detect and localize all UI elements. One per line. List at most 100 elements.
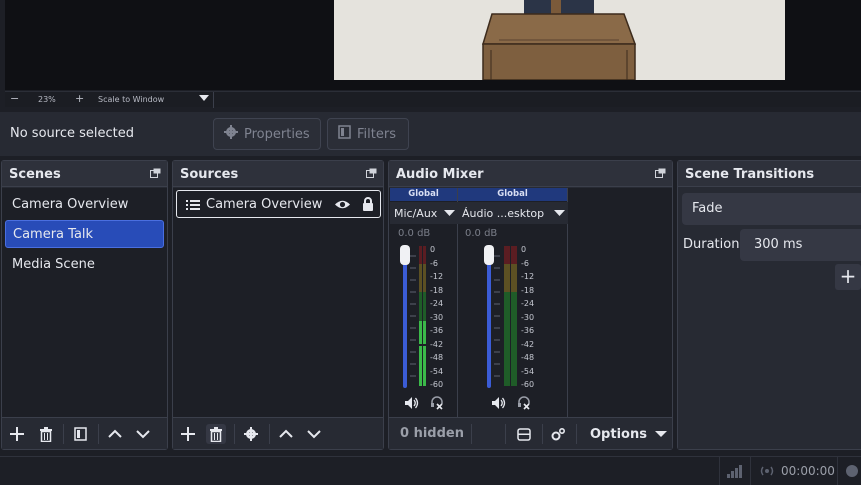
monitor-off-icon[interactable] (430, 396, 444, 410)
plus-icon (10, 427, 24, 441)
chevron-up-icon (279, 429, 293, 438)
add-source-button[interactable] (178, 424, 198, 444)
transition-select[interactable]: Fade (682, 193, 861, 225)
zoom-bar: − 23% + Scale to Window (5, 91, 861, 108)
context-bar: No source selected Properties Filters (0, 112, 861, 156)
record-icon (846, 465, 858, 477)
chevron-down-icon[interactable] (444, 209, 455, 217)
scene-item-selected[interactable]: Camera Talk (5, 220, 164, 248)
properties-button[interactable]: Properties (213, 118, 321, 150)
gear-icon (224, 125, 238, 143)
volume-slider-handle[interactable] (484, 245, 494, 265)
scenes-title: Scenes (2, 161, 167, 187)
toolbar-separator (234, 424, 235, 444)
audio-meter (504, 246, 517, 386)
move-scene-down-button[interactable] (133, 424, 153, 444)
meter-tick: -12 (521, 272, 535, 281)
options-label: Options (590, 426, 647, 442)
meter-tick: -6 (430, 258, 438, 268)
volume-slider-handle[interactable] (400, 245, 410, 265)
scene-item[interactable]: Camera Overview (5, 191, 164, 219)
sources-toolbar (173, 417, 383, 449)
channel-name: Áudio ...esktop (462, 207, 545, 220)
filters-button[interactable]: Filters (327, 118, 409, 150)
monitor-off-icon[interactable] (517, 396, 531, 410)
scene-item[interactable]: Media Scene (5, 251, 164, 279)
chevron-down-icon (136, 430, 150, 439)
meter-tick: -36 (430, 326, 444, 335)
mixer-options-button[interactable]: Options (581, 423, 667, 445)
stream-timer: 00:00:00 (781, 464, 835, 478)
chevron-down-icon (654, 431, 667, 437)
source-label: Camera Overview (206, 197, 323, 212)
toolbar-separator (505, 424, 506, 444)
toolbar-separator (542, 424, 543, 444)
audio-meter (419, 246, 426, 386)
meter-tick: -60 (521, 380, 535, 389)
meter-tick: -48 (521, 353, 535, 362)
meter-tick: 0 (521, 245, 527, 254)
plus-icon (181, 427, 195, 441)
move-source-up-button[interactable] (276, 424, 296, 444)
status-bar: 00:00:00 (0, 456, 861, 485)
duration-value: 300 ms (754, 237, 803, 252)
volume-slider-track[interactable] (487, 246, 491, 388)
duration-input[interactable]: 300 ms (740, 229, 861, 261)
list-icon (186, 200, 200, 210)
zoom-out-button[interactable]: − (10, 92, 19, 105)
properties-label: Properties (244, 126, 310, 142)
eye-icon[interactable] (334, 199, 351, 210)
source-item[interactable]: Camera Overview (176, 190, 381, 218)
chevron-down-icon[interactable] (554, 209, 565, 217)
zoom-percent: 23% (38, 95, 56, 104)
meter-tick: -42 (430, 339, 444, 349)
toolbar-separator (63, 424, 64, 444)
scale-mode-chevron-down-icon[interactable] (198, 93, 210, 105)
audio-mixer-dock: Audio Mixer Global Mic/Aux 0.0 dB 0 -6 -… (388, 160, 673, 450)
trash-icon (210, 426, 222, 442)
meter-scale-labels: 0 -6 -12 -18 -24 -30 -36 -42 -48 -54 -60 (430, 246, 443, 395)
move-scene-up-button[interactable] (105, 424, 125, 444)
add-transition-button[interactable]: + (835, 264, 861, 290)
scene-filters-button[interactable] (70, 424, 90, 444)
undock-icon[interactable] (366, 168, 377, 178)
speaker-icon[interactable] (405, 397, 419, 409)
scale-mode-select[interactable]: Scale to Window (98, 95, 164, 104)
speaker-icon[interactable] (492, 397, 506, 409)
advanced-audio-button[interactable] (548, 424, 568, 444)
preview-canvas[interactable] (334, 0, 785, 80)
mixer-channels: Global Mic/Aux 0.0 dB 0 -6 -12 -18 -24 -… (389, 188, 672, 420)
meter-tick: -12 (430, 272, 444, 281)
preview-area[interactable] (5, 0, 861, 90)
preview-image (334, 0, 785, 80)
meter-tick: -54 (430, 366, 444, 376)
mixer-layout-button[interactable] (514, 424, 534, 444)
filters-label: Filters (357, 126, 396, 142)
remove-source-button[interactable] (206, 424, 226, 444)
source-properties-button[interactable] (241, 424, 261, 444)
chevron-up-icon (108, 429, 122, 438)
filter-icon (73, 427, 87, 441)
meter-tick: -6 (521, 258, 529, 268)
transitions-body: Fade Duration 300 ms + (678, 188, 861, 449)
meter-tick: -54 (521, 366, 535, 376)
meter-tick: -18 (521, 285, 535, 295)
add-scene-button[interactable] (7, 424, 27, 444)
move-source-down-button[interactable] (304, 424, 324, 444)
status-separator (750, 457, 751, 485)
audio-mixer-title: Audio Mixer (389, 161, 672, 187)
meter-tick: -30 (521, 312, 535, 322)
lock-icon[interactable] (362, 197, 374, 211)
channel-db: 0.0 dB (465, 228, 498, 239)
zoom-in-button[interactable]: + (75, 92, 84, 105)
zoom-bar-divider (213, 92, 214, 108)
undock-icon[interactable] (655, 168, 666, 178)
channel-header[interactable]: Áudio ...esktop (458, 202, 568, 224)
meter-tick: -42 (521, 339, 535, 349)
filter-icon (338, 125, 351, 143)
remove-scene-button[interactable] (36, 424, 56, 444)
channel-header[interactable]: Mic/Aux (390, 202, 458, 224)
status-separator (837, 457, 838, 485)
volume-slider-track[interactable] (403, 246, 407, 388)
undock-icon[interactable] (150, 168, 161, 178)
